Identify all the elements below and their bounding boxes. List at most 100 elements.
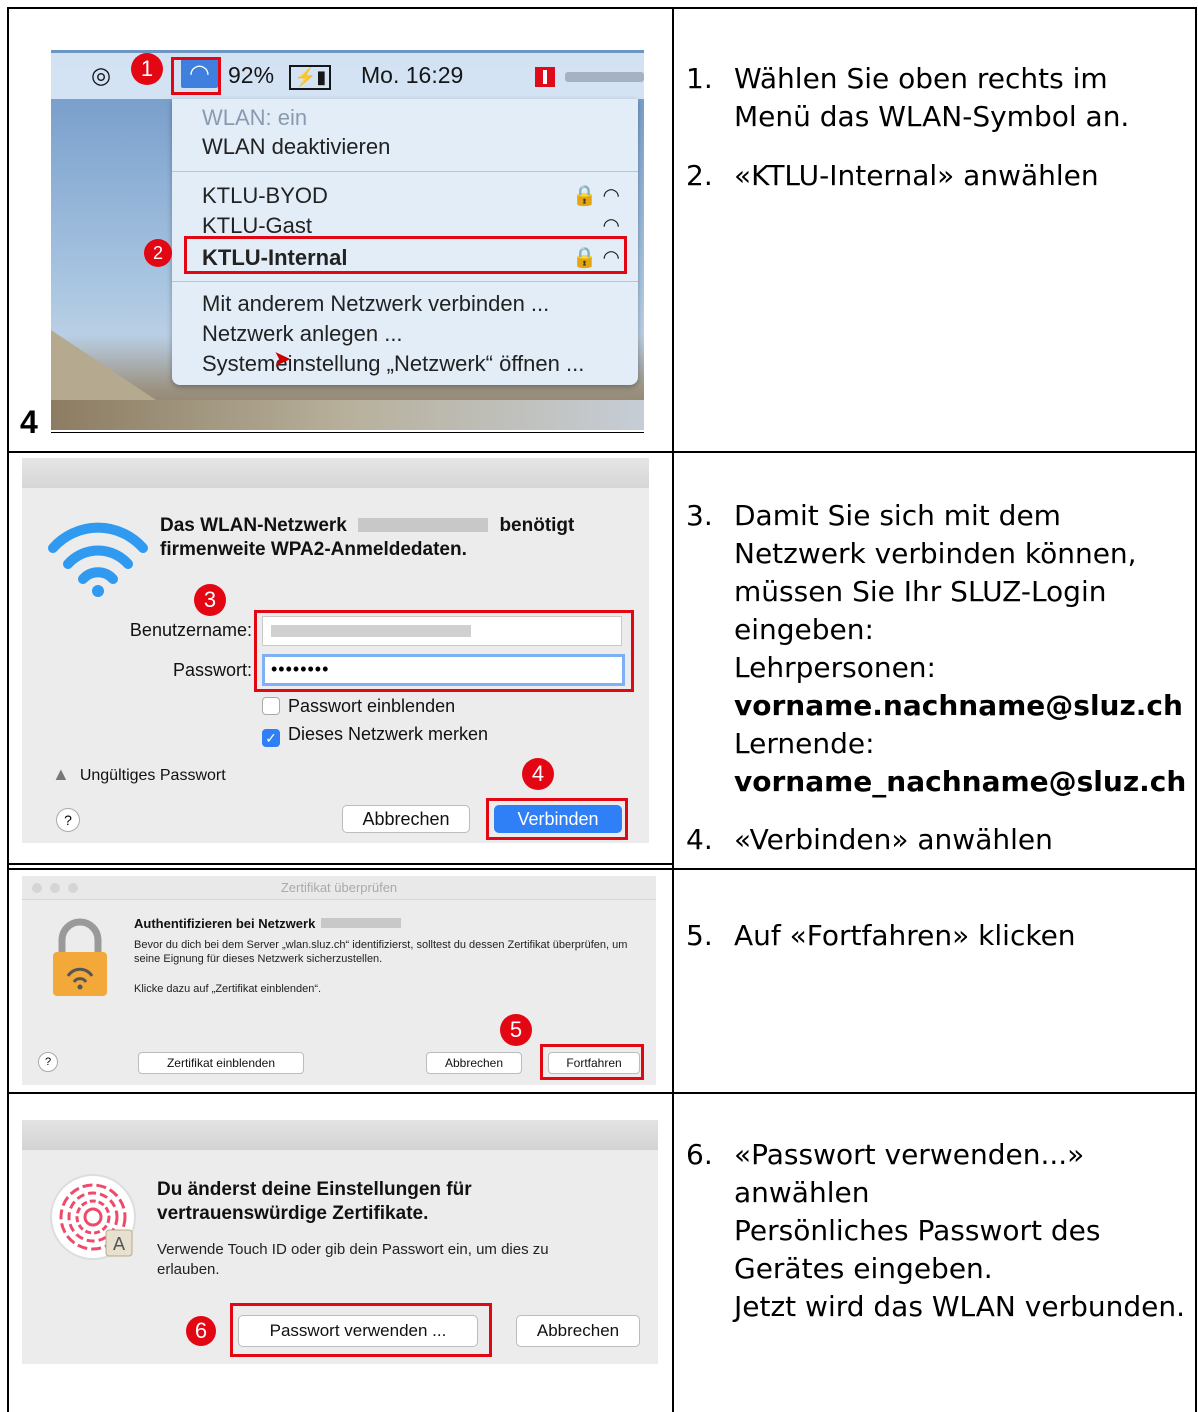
cert-paragraph-2: Klicke dazu auf „Zertifikat einblenden“. xyxy=(134,983,322,995)
battery-icon: ⚡▮ xyxy=(289,65,332,90)
highlight-continue xyxy=(540,1044,644,1080)
heading-part-2: benötigt xyxy=(499,515,575,536)
window-minimize-dot[interactable] xyxy=(50,883,60,893)
username-label: Benutzername: xyxy=(129,620,252,640)
show-password-checkbox[interactable]: Passwort einblenden xyxy=(262,696,455,717)
step-1: 1. Wählen Sie oben rechts im Menü das WL… xyxy=(686,60,1186,136)
step-badge-1: 1 xyxy=(131,53,163,85)
step-number: 4. xyxy=(686,823,713,856)
checkbox-icon xyxy=(262,697,280,715)
step-text-line: Damit Sie sich mit dem Netzwerk verbinde… xyxy=(734,499,1137,646)
wifi-icon: ◠ xyxy=(602,215,620,237)
highlight-use-password xyxy=(230,1303,492,1357)
cert-heading: Authentifizieren bei Netzwerk xyxy=(134,916,402,931)
swiss-flag-icon xyxy=(535,67,555,87)
step-number: 5. xyxy=(686,919,713,952)
heading-part-1: Das WLAN-Netzwerk xyxy=(160,515,347,536)
step-3: 3. Damit Sie sich mit dem Netzwerk verbi… xyxy=(686,497,1186,801)
window-close-dot[interactable] xyxy=(32,883,42,893)
step-badge-5: 5 xyxy=(500,1014,532,1046)
step-text: «Passwort verwenden...» anwählen Persönl… xyxy=(734,1136,1196,1326)
learners-label: Lernende: xyxy=(734,727,875,760)
network-ktlu-byod[interactable]: KTLU-BYOD xyxy=(202,183,328,209)
step-badge-2: 2 xyxy=(144,239,172,267)
learners-login: vorname_nachname@sluz.ch xyxy=(734,765,1187,798)
checkbox-label: Passwort einblenden xyxy=(288,696,456,716)
password-label: Passwort: xyxy=(172,660,252,680)
step-text-line: Persönliches Passwort des Gerätes eingeb… xyxy=(734,1214,1101,1285)
row-divider-2a xyxy=(7,863,672,865)
step-4: 4. «Verbinden» anwählen xyxy=(686,821,1186,859)
heading-line-2: firmenweite WPA2-Anmeldedaten. xyxy=(160,539,467,560)
step-badge-6: 6 xyxy=(186,1316,216,1346)
step-text: «Verbinden» anwählen xyxy=(734,823,1053,856)
menu-separator xyxy=(172,171,638,172)
table-border-top xyxy=(7,7,1197,9)
step-number: 6. xyxy=(686,1138,713,1171)
step-number: 1. xyxy=(686,62,713,95)
highlight-credentials xyxy=(254,610,634,692)
blurred-network-name xyxy=(321,918,402,928)
step-number: 3. xyxy=(686,499,713,532)
row-divider-3 xyxy=(7,1092,1197,1094)
window-zoom-dot[interactable] xyxy=(68,883,78,893)
svg-text:A: A xyxy=(113,1234,126,1255)
step-text: Damit Sie sich mit dem Netzwerk verbinde… xyxy=(734,497,1186,801)
remember-network-checkbox[interactable]: ✓ Dieses Netzwerk merken xyxy=(262,724,488,747)
cancel-button[interactable]: Abbrechen xyxy=(516,1315,640,1347)
step-number: 2. xyxy=(686,159,713,192)
cancel-button[interactable]: Abbrechen xyxy=(426,1052,522,1074)
cancel-button[interactable]: Abbrechen xyxy=(342,805,470,833)
menu-open-network-prefs[interactable]: Systemeinstellung „Netzwerk“ öffnen ... xyxy=(202,351,584,377)
highlight-ktlu-internal xyxy=(184,236,627,274)
step-text: «KTLU-Internal» anwählen xyxy=(734,159,1099,192)
checkbox-checked-icon: ✓ xyxy=(262,729,280,747)
menubar-clock: Mo. 16:29 xyxy=(361,62,464,88)
step-6: 6. «Passwort verwenden...» anwählen Pers… xyxy=(686,1136,1196,1326)
warning-text: Ungültiges Passwort xyxy=(79,767,226,784)
corner-step-number: 4 xyxy=(20,404,38,440)
dialog-titlebar xyxy=(22,1120,658,1150)
step-text: Auf «Fortfahren» klicken xyxy=(734,919,1076,952)
cloud-sync-icon: ◎ xyxy=(91,62,112,88)
wifi-large-icon xyxy=(48,522,148,597)
dialog-heading: Das WLAN-Netzwerk benötigt firmenweite W… xyxy=(160,514,574,562)
show-certificate-button[interactable]: Zertifikat einblenden xyxy=(138,1052,304,1074)
padlock-wifi-icon xyxy=(53,918,107,996)
checkbox-label: Dieses Netzwerk merken xyxy=(288,724,489,744)
dialog-titlebar xyxy=(22,458,649,488)
step-5: 5. Auf «Fortfahren» klicken xyxy=(686,917,1186,955)
wpa2-dialog-screenshot: Das WLAN-Netzwerk benötigt firmenweite W… xyxy=(22,458,649,843)
touchid-dialog-screenshot: A Du änderst deine Einstellungen für ver… xyxy=(22,1120,658,1364)
blurred-network-name xyxy=(358,518,489,532)
help-button[interactable]: ? xyxy=(38,1052,58,1072)
table-border-left xyxy=(7,7,9,1412)
touchid-body: Verwende Touch ID oder gib dein Passwort… xyxy=(157,1241,549,1278)
highlight-wifi-icon xyxy=(171,57,221,95)
wlan-status: WLAN: ein xyxy=(202,105,308,130)
wlan-menu-screenshot: ◎ ◠ 92% ⚡▮ Mo. 16:29 WLAN: ein WLAN deak… xyxy=(51,50,644,430)
row4-instructions: 6. «Passwort verwenden...» anwählen Pers… xyxy=(686,1136,1196,1347)
step-text-line: Jetzt wird das WLAN verbunden. xyxy=(734,1290,1185,1323)
row3-instructions: 5. Auf «Fortfahren» klicken xyxy=(686,917,1186,976)
cursor-icon: ➤ xyxy=(273,346,292,371)
battery-percentage: 92% xyxy=(228,62,275,88)
wlan-toggle-item[interactable]: WLAN deaktivieren xyxy=(202,134,390,160)
desktop-ground xyxy=(51,400,644,430)
dialog-titlebar: Zertifikat überprüfen xyxy=(22,876,656,900)
step-text: Wählen Sie oben rechts im Menü das WLAN-… xyxy=(734,62,1130,133)
menu-other-network[interactable]: Mit anderem Netzwerk verbinden ... xyxy=(202,291,549,317)
menu-create-network[interactable]: Netzwerk anlegen ... xyxy=(202,321,403,347)
teachers-label: Lehrpersonen: xyxy=(734,651,936,684)
help-button[interactable]: ? xyxy=(56,808,80,832)
cert-heading-text: Authentifizieren bei Netzwerk xyxy=(134,916,316,931)
invalid-password-warning: ▲ Ungültiges Passwort xyxy=(52,764,226,785)
cert-paragraph-1: Bevor du dich bei dem Server „wlan.sluz.… xyxy=(134,939,628,965)
warning-icon: ▲ xyxy=(52,764,70,784)
step-badge-3: 3 xyxy=(194,584,226,616)
row-divider-1 xyxy=(7,451,1197,453)
fingerprint-icon: A xyxy=(50,1174,136,1260)
column-divider xyxy=(672,7,674,1412)
row1-instructions: 1. Wählen Sie oben rechts im Menü das WL… xyxy=(686,60,1186,216)
touchid-heading: Du änderst deine Einstellungen für vertr… xyxy=(157,1179,472,1224)
